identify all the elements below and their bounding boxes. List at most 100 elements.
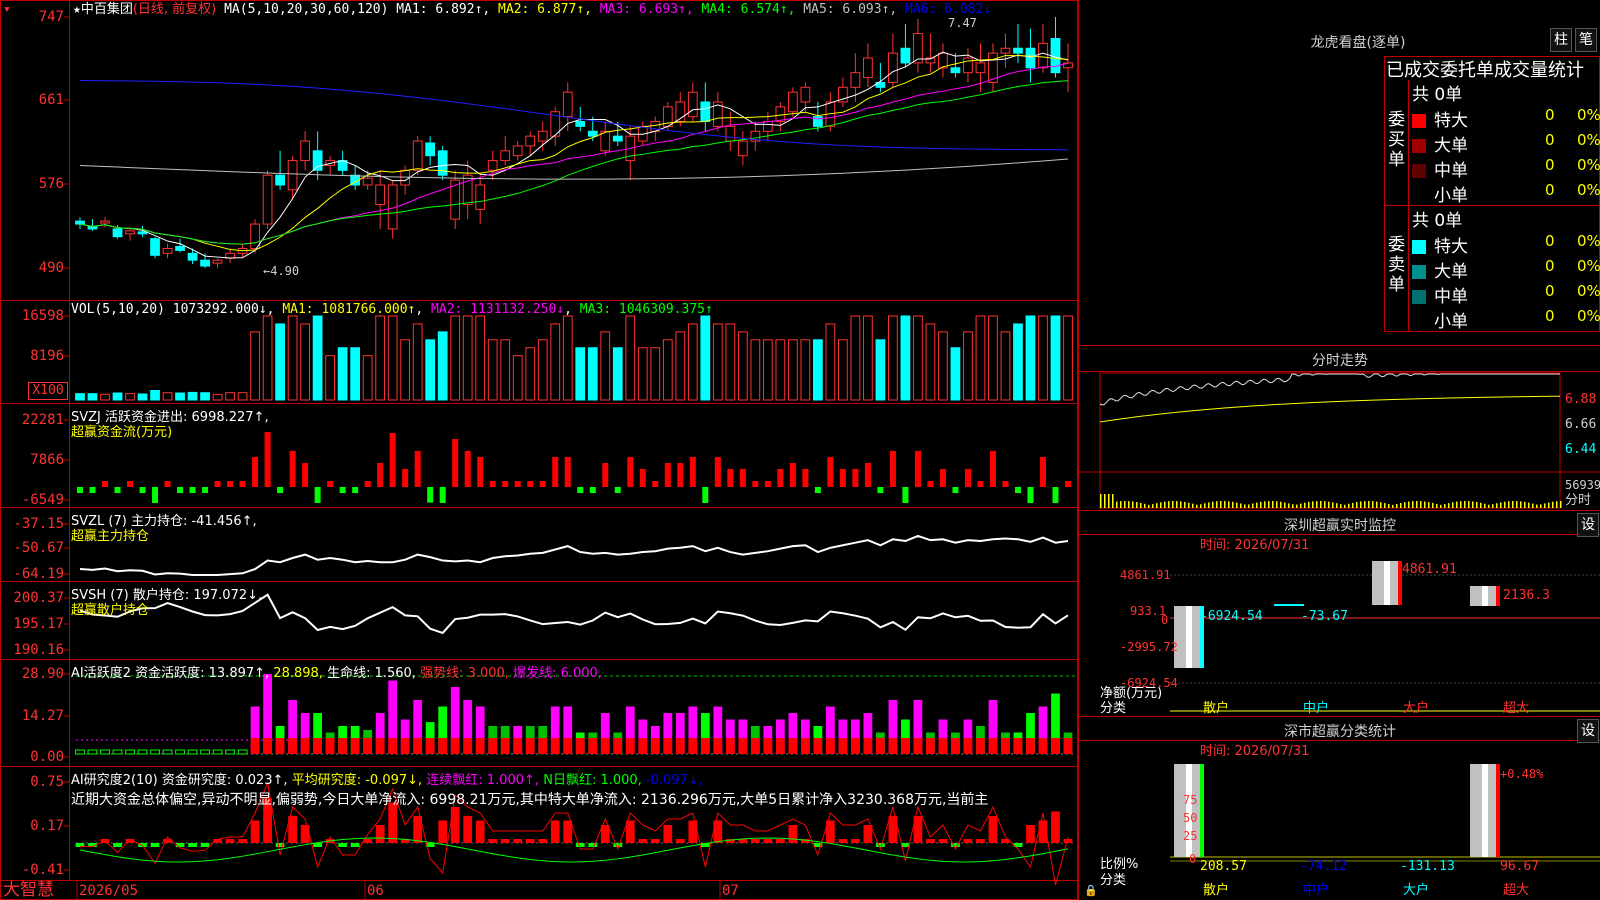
volume-bar [387,315,398,401]
y-label: -6549 [21,492,64,508]
bar-toggle-button[interactable]: 柱 [1550,28,1572,52]
volume-bar [1000,331,1011,401]
candle-body [950,67,961,74]
ma-value: MA3: 6.693↑, [599,2,702,17]
research-bar [338,843,348,847]
flow-bar [814,487,821,493]
activity-bar-base [663,738,673,754]
sz-net-label: 净额(万元) [1100,686,1163,701]
color-swatch [1412,164,1426,178]
candle-body [850,72,861,88]
candle-body [787,91,798,113]
intraday-vol-bar [1488,504,1490,508]
y-label: 0.75 [30,774,64,790]
x-label: 07 [722,883,739,899]
ma-line [79,55,1069,252]
order-row-pct: 0% [1577,181,1600,199]
flow-bar [652,481,659,487]
y-label: 661 [38,92,64,108]
flow-bar [952,487,959,493]
activity-bar-base [813,738,823,754]
flow-bar [264,432,271,487]
star-icon[interactable]: ★ [73,2,81,17]
ma-value: MA6: 6.082↓ [905,2,992,17]
y-label: 0.17 [30,818,64,834]
intraday-vol-bar [1100,494,1102,508]
volume-bar [1038,315,1048,401]
flow-bar [302,463,309,487]
intraday-vol-bar [1320,501,1322,508]
flow-bar [452,439,459,487]
unit-badge[interactable]: X100 [28,382,68,400]
candle-body [162,247,173,254]
flow-bar [327,481,334,487]
activity-bar-base [688,738,698,754]
candle-body [737,140,748,157]
color-swatch [1412,265,1426,279]
pen-toggle-button[interactable]: 笔 [1575,28,1597,52]
research-bar [1051,811,1060,843]
research-bar [563,820,573,843]
volume-bar [375,315,386,401]
volume-bar [725,323,736,401]
volume-bar [812,339,823,401]
flow-bar [1065,481,1071,487]
volume-bar [550,323,561,401]
flow-bar [1052,487,1059,503]
volume-bar [950,347,961,401]
candle-body [863,57,873,79]
research-bar [625,820,635,843]
flow-bar [639,469,646,487]
order-row-pct: 0% [1577,106,1600,124]
order-row-name: 中单 [1434,161,1468,181]
sz-monitor-settings-button[interactable]: 设 [1577,513,1599,537]
chart-mode[interactable]: (日线, 前复权) [133,2,216,17]
y-label: 747 [38,9,64,25]
order-row-count: 0 [1545,131,1555,149]
activity-bar-base [775,738,785,754]
intraday-vol-bar [1476,502,1478,508]
intraday-vol-bar [1180,501,1182,508]
activity-bar-base [988,738,998,754]
volume-bar [200,392,210,401]
activity-bar-base [826,738,835,754]
ai-activity-series [75,674,1073,755]
flow-bar [889,451,896,487]
intraday-vol-bar [1400,502,1402,508]
color-swatch [1412,315,1426,329]
activity-bar [100,749,110,755]
activity-bar-base [363,738,373,754]
monitor-bar [1274,604,1304,606]
intraday-vol-bar [1212,501,1214,508]
flow-bar [164,481,171,487]
fund-flow-series [77,432,1071,503]
stock-name: 中百集团 [80,2,133,17]
flow-bar [677,463,684,487]
intraday-vol-bar [1224,501,1226,508]
stat-bar-highlight [1482,764,1488,857]
activity-bar-base [338,738,348,754]
activity-bar-base [800,738,810,754]
flow-bar [664,463,671,487]
activity-bar-base [563,738,573,754]
activity-bar-base [588,738,598,754]
volume-bar [162,392,173,401]
research-bar [750,839,760,843]
order-row-name: 特大 [1434,237,1468,257]
stat-y-label: 50 [1183,811,1198,825]
intraday-vol-bar [1184,501,1186,508]
volume-bar [475,315,486,401]
research-bar [938,839,948,843]
stat-category: 超大 [1503,883,1530,898]
flow-bar [139,487,146,493]
volume-bar [275,323,285,401]
intraday-chart [1078,372,1600,509]
monitor-bar-highlight [1384,561,1390,605]
research-bar [350,843,360,847]
activity-bar [112,749,123,755]
order-row-name: 小单 [1434,186,1468,206]
stat-settings-button[interactable]: 设 [1577,719,1599,743]
research-bar [963,839,973,843]
volume-bar [988,315,998,401]
buy-total: 共 0单 [1412,85,1463,105]
